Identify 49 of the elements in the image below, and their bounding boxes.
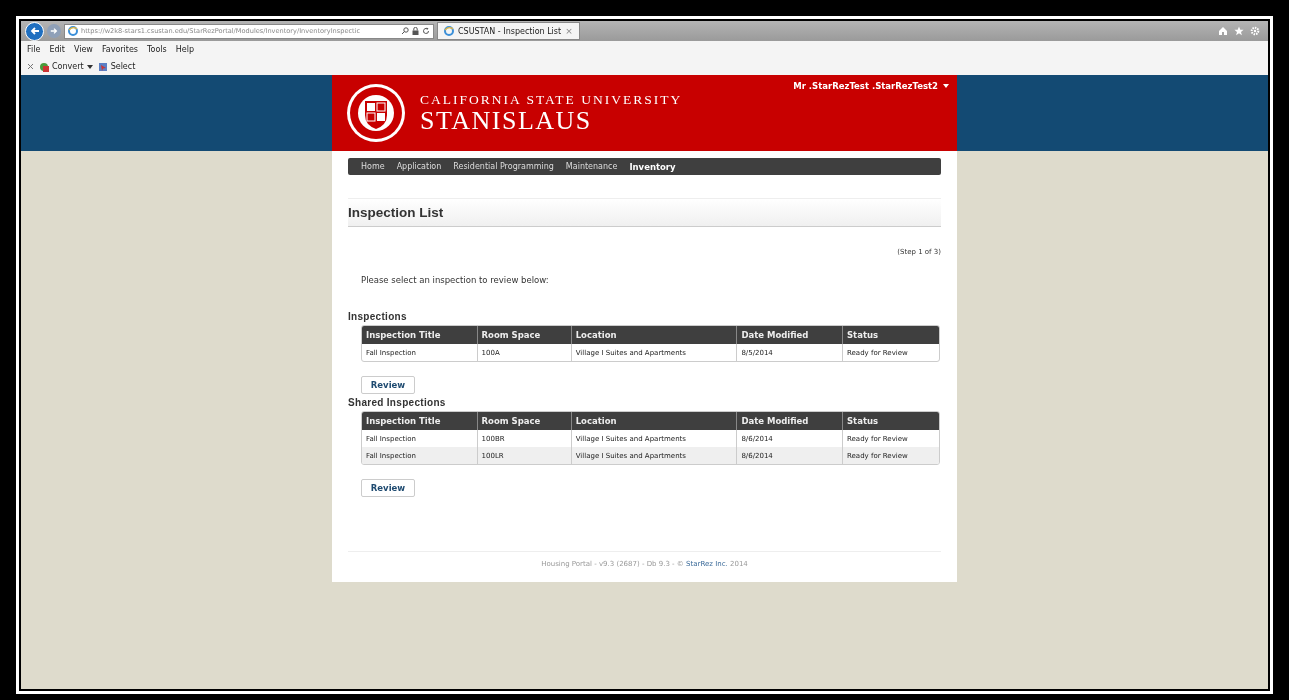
menu-item[interactable]: Edit xyxy=(49,45,65,54)
close-icon[interactable] xyxy=(27,63,34,70)
back-button[interactable] xyxy=(25,21,44,41)
seal-logo xyxy=(346,83,406,143)
nav-link[interactable]: Residential Programming xyxy=(453,162,554,171)
close-icon[interactable]: × xyxy=(565,26,573,36)
column-header: Status xyxy=(842,326,939,344)
menu-item[interactable]: File xyxy=(27,45,41,54)
nav-link[interactable]: Application xyxy=(396,162,442,171)
review-button[interactable]: Review xyxy=(361,376,415,394)
select-icon[interactable] xyxy=(97,61,108,72)
column-header: Inspection Title xyxy=(362,412,477,430)
nav-link[interactable]: Inventory xyxy=(629,161,676,172)
convert-button[interactable]: Convert xyxy=(39,61,93,72)
star-icon[interactable] xyxy=(1234,26,1244,36)
column-header: Date Modified xyxy=(736,412,842,430)
refresh-icon[interactable] xyxy=(422,27,430,35)
section-heading: Inspections xyxy=(348,311,408,322)
user-menu[interactable]: Mr .StarRezTest .StarRezTest2 xyxy=(793,81,949,91)
university-name: CALIFORNIA STATE UNIVERSITY xyxy=(420,92,683,108)
caret-icon[interactable] xyxy=(86,64,93,69)
browser-logo-icon xyxy=(444,26,454,36)
convert-icon[interactable] xyxy=(39,61,49,72)
browser-tab[interactable]: CSUSTAN - Inspection List × xyxy=(437,22,580,40)
lock-icon[interactable] xyxy=(412,27,419,35)
nav-link[interactable]: Home xyxy=(361,162,385,171)
settings-icon[interactable] xyxy=(1250,26,1260,36)
page-title: Inspection List xyxy=(348,198,941,227)
menu-item[interactable]: Help xyxy=(175,45,194,54)
column-header: Status xyxy=(842,412,939,430)
select-button[interactable]: Select xyxy=(97,61,136,72)
left-arrow-icon[interactable] xyxy=(29,26,40,36)
column-header: Date Modified xyxy=(736,326,842,344)
instruction-text: Please select an inspection to review below: xyxy=(361,275,550,285)
review-button[interactable]: Review xyxy=(361,479,415,497)
column-header: Room Space xyxy=(476,326,571,344)
column-header: Location xyxy=(570,326,737,344)
column-header: Location xyxy=(570,412,737,430)
column-header: Inspection Title xyxy=(362,326,477,344)
home-icon[interactable] xyxy=(1218,26,1228,36)
search-icon[interactable] xyxy=(401,27,409,35)
browser-logo-icon xyxy=(68,26,78,36)
nav-link[interactable]: Maintenance xyxy=(565,162,618,171)
column-header: Room Space xyxy=(476,412,571,430)
menu-item[interactable]: Tools xyxy=(147,45,167,54)
menu-item[interactable]: Favorites xyxy=(101,45,138,54)
campus-name: STANISLAUS xyxy=(420,108,593,134)
section-heading: Shared Inspections xyxy=(348,397,447,408)
menu-item[interactable]: View xyxy=(73,45,93,54)
